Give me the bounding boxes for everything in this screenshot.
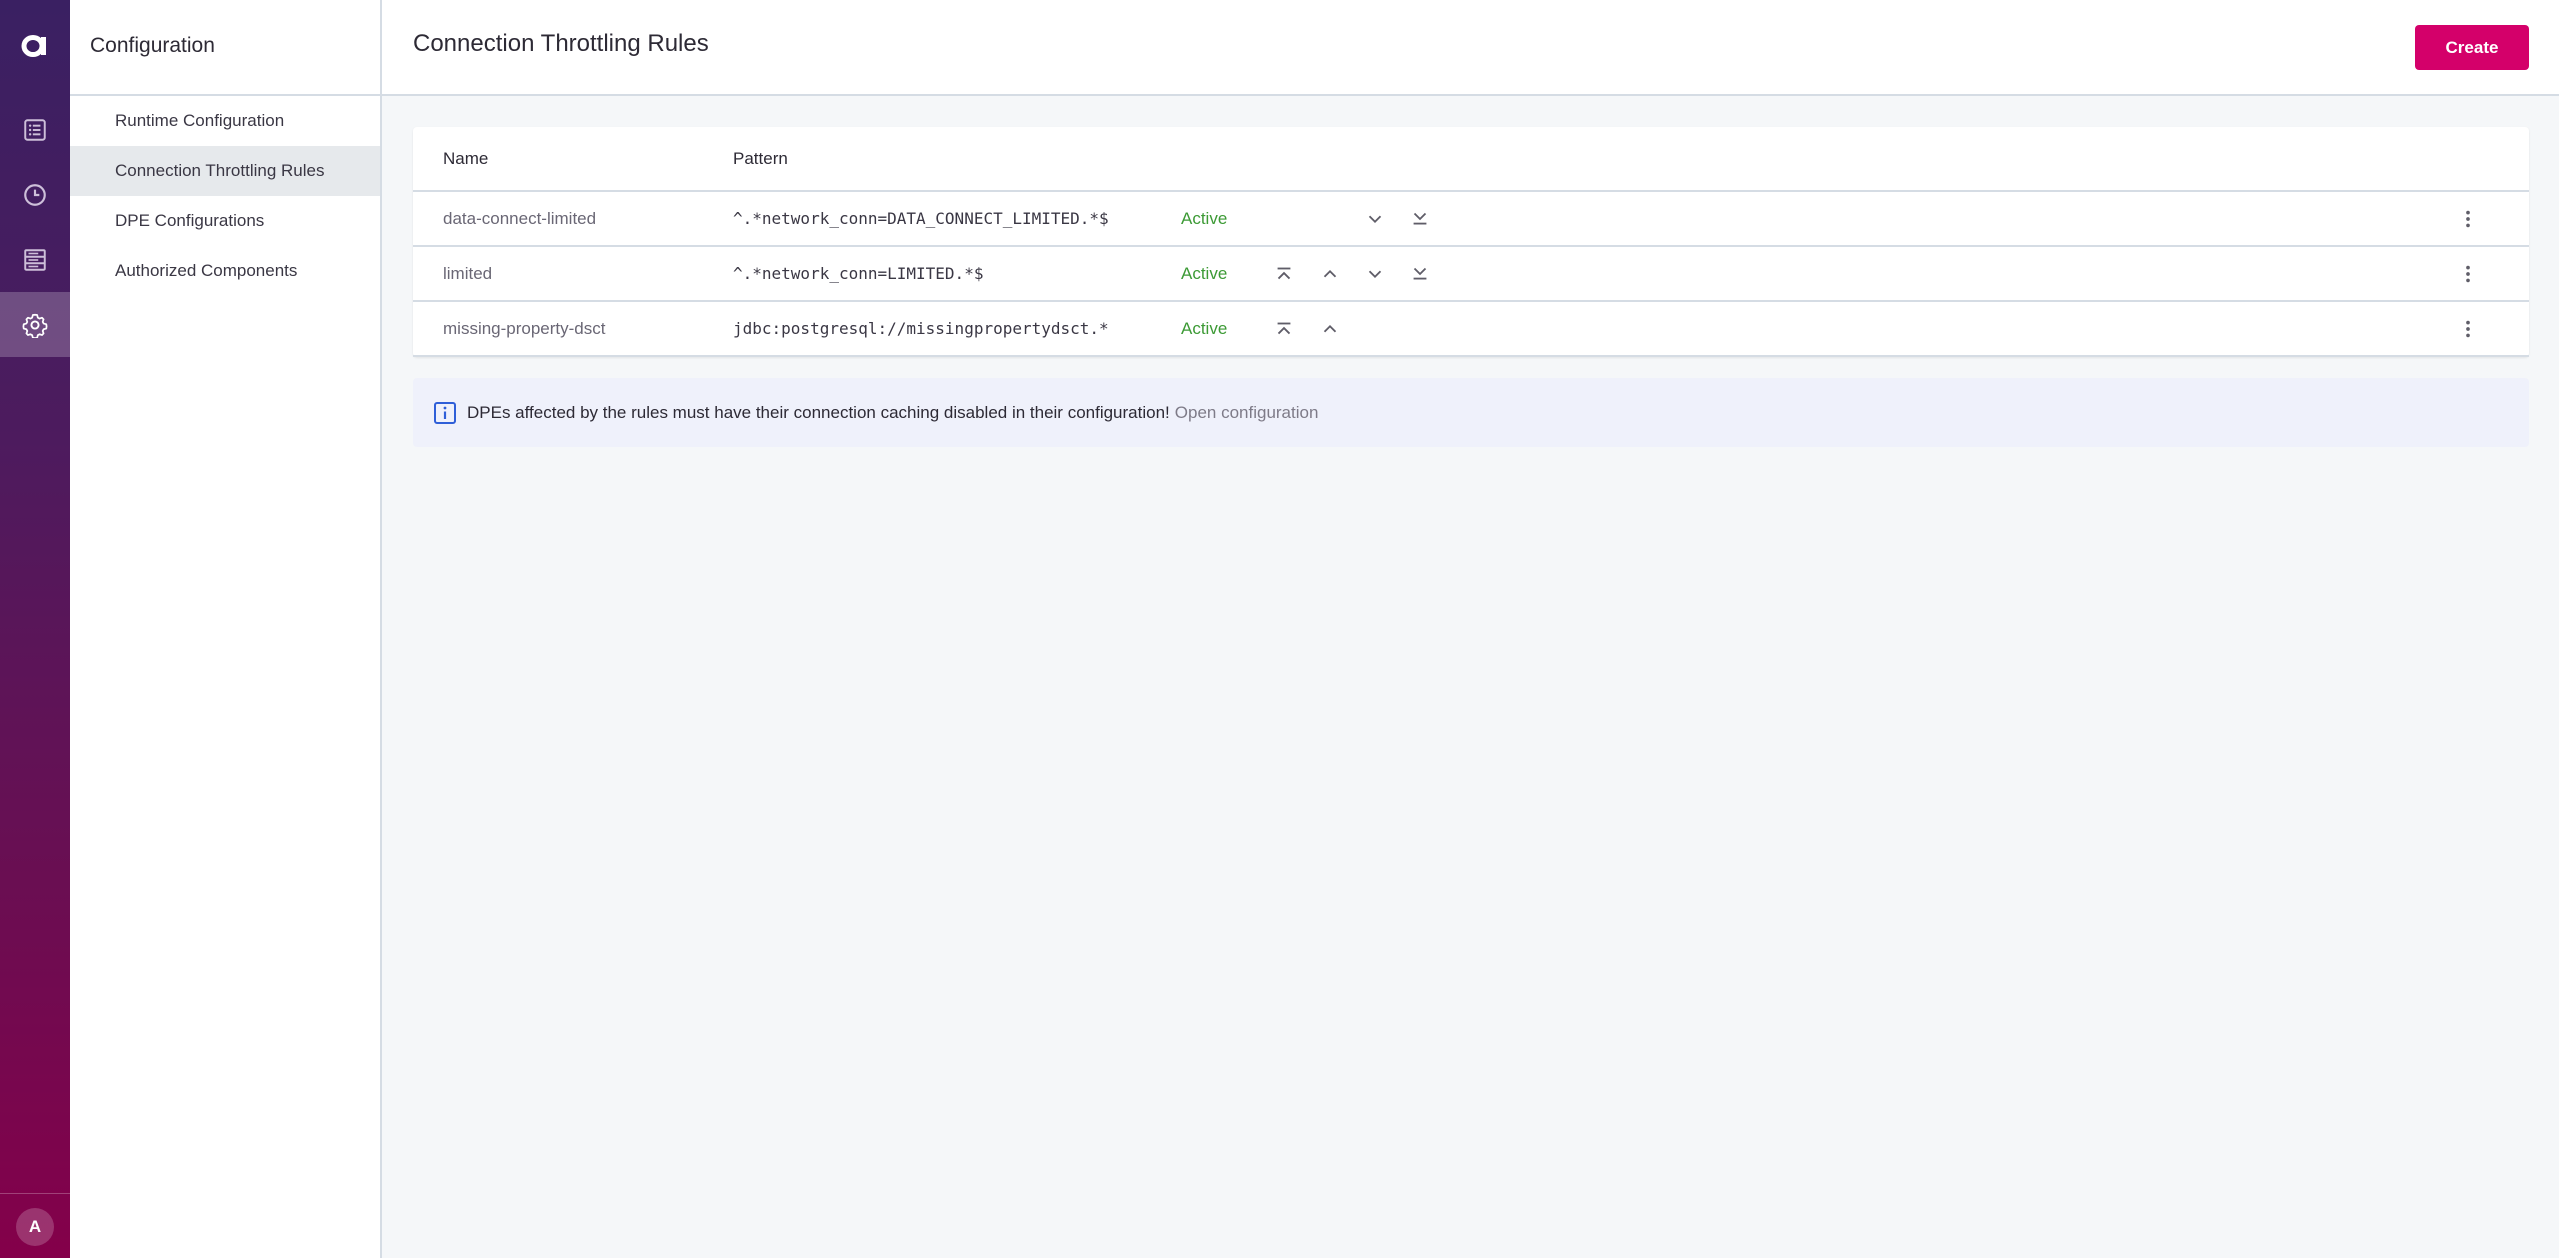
chevron-up-icon [1323,324,1337,333]
rule-pattern: ^.*network_conn=LIMITED.*$ [733,264,984,283]
server-icon [24,248,46,271]
app-logo[interactable] [0,22,70,70]
config-nav-panel: Configuration Runtime Configuration Conn… [70,0,382,1258]
more-vertical-icon [2466,265,2470,283]
app-rail: A [0,0,70,1258]
rail-item-servers[interactable] [0,227,70,292]
status-badge: Active [1181,208,1228,228]
chevron-down-icon [1368,270,1382,279]
chevron-up-to-line-icon [1277,322,1291,335]
nav-title: Configuration [70,0,380,96]
table-row[interactable]: missing-property-dsct jdbc:postgresql://… [413,302,2529,357]
info-banner: DPEs affected by the rules must have the… [413,378,2529,447]
clock-icon [24,183,46,206]
gear-icon [22,313,48,338]
nav-item-dpe-configurations[interactable]: DPE Configurations [70,196,380,246]
move-up-button[interactable] [1315,314,1345,344]
info-message: DPEs affected by the rules must have the… [467,402,1170,422]
rules-table: Name Pattern data-connect-limited ^.*net… [413,127,2529,357]
rule-name: data-connect-limited [443,208,597,228]
page-header: Connection Throttling Rules Create [382,0,2559,96]
logo-icon [21,35,46,57]
more-vertical-icon [2466,210,2470,228]
nav-item-runtime-configuration[interactable]: Runtime Configuration [70,96,380,146]
move-top-button[interactable] [1269,259,1299,289]
table-row[interactable]: data-connect-limited ^.*network_conn=DAT… [413,192,2529,247]
row-menu-button[interactable] [2453,314,2483,344]
column-header-pattern: Pattern [733,148,788,168]
list-icon [24,118,46,141]
create-button[interactable]: Create [2415,25,2529,70]
move-down-button[interactable] [1360,259,1390,289]
chevron-down-to-line-icon [1413,212,1427,225]
rule-name: limited [443,263,493,283]
more-vertical-icon [2466,320,2470,338]
rail-divider [0,1193,70,1194]
user-avatar[interactable]: A [16,1208,54,1246]
main-content: Connection Throttling Rules Create Name … [382,0,2559,1258]
status-badge: Active [1181,318,1228,338]
rail-item-list[interactable] [0,97,70,162]
row-menu-button[interactable] [2453,204,2483,234]
rail-item-history[interactable] [0,162,70,227]
move-down-button[interactable] [1360,204,1390,234]
row-menu-button[interactable] [2453,259,2483,289]
rule-name: missing-property-dsct [443,318,606,338]
rail-item-settings[interactable] [0,292,70,357]
nav-item-authorized-components[interactable]: Authorized Components [70,246,380,296]
move-top-button[interactable] [1269,314,1299,344]
rule-pattern: ^.*network_conn=DATA_CONNECT_LIMITED.*$ [733,209,1109,228]
table-header: Name Pattern [413,127,2529,192]
page-title: Connection Throttling Rules [413,30,709,57]
chevron-down-icon [1368,215,1382,224]
chevron-up-icon [1323,269,1337,278]
rule-pattern: jdbc:postgresql://missingpropertydsct.* [733,319,1109,338]
chevron-down-to-line-icon [1413,267,1427,280]
chevron-up-to-line-icon [1277,267,1291,280]
table-row[interactable]: limited ^.*network_conn=LIMITED.*$ Activ… [413,247,2529,302]
move-bottom-button[interactable] [1405,259,1435,289]
status-badge: Active [1181,263,1228,283]
column-header-name: Name [443,148,489,168]
open-configuration-link[interactable]: Open configuration [1175,403,1319,423]
move-bottom-button[interactable] [1405,204,1435,234]
move-up-button[interactable] [1315,259,1345,289]
info-icon [433,401,457,425]
nav-item-connection-throttling-rules[interactable]: Connection Throttling Rules [70,146,380,196]
